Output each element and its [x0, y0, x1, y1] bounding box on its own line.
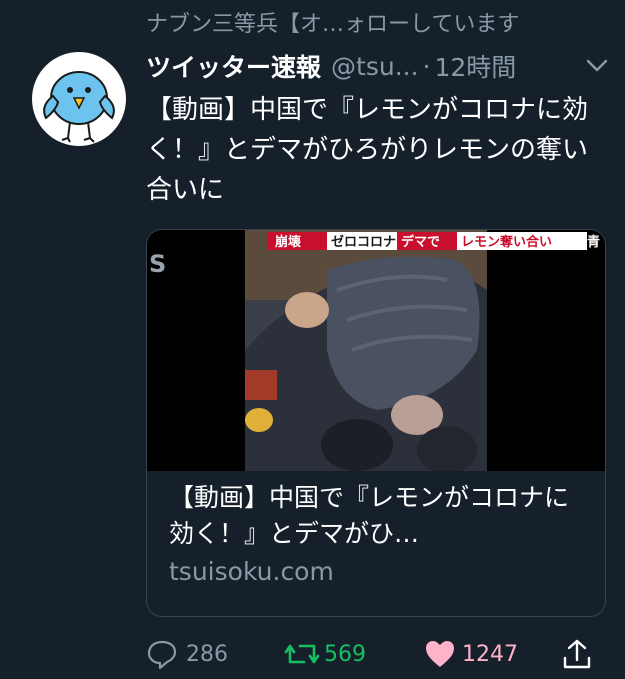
svg-text:S: S	[149, 250, 166, 278]
retweet-icon	[284, 638, 320, 670]
share-icon	[562, 638, 592, 670]
like-count: 1247	[462, 641, 518, 667]
reply-count: 286	[186, 641, 228, 667]
share-button[interactable]	[562, 636, 592, 672]
like-button[interactable]: 1247	[424, 636, 518, 672]
retweet-button[interactable]: 569	[284, 636, 366, 672]
user-handle[interactable]: @tsu...	[331, 52, 419, 81]
tweet-header: ツイッター速報 @tsu... · 12時間	[146, 46, 611, 86]
video-thumbnail: S 崩壊 ゼロコロナ デマで レモン奪い合い 青	[147, 230, 605, 471]
reply-button[interactable]: 286	[146, 636, 228, 672]
separator: ·	[422, 51, 431, 81]
chevron-down-icon[interactable]	[583, 52, 611, 80]
caption-tag-5: 青	[587, 234, 600, 250]
avatar[interactable]	[32, 52, 126, 146]
card-media[interactable]: S 崩壊 ゼロコロナ デマで レモン奪い合い 青	[147, 230, 605, 471]
card-domain: tsuisoku.com	[169, 557, 334, 586]
bird-avatar-icon	[43, 71, 115, 143]
tweet-text: 【動画】中国で『レモンがコロナに効く！』とデマがひろがりレモンの奪い合いに	[146, 95, 589, 205]
timestamp[interactable]: 12時間	[434, 48, 516, 84]
social-context[interactable]: ナブン三等兵【オ…ォローしています	[146, 6, 605, 38]
caption-tag-3: デマで	[401, 234, 440, 250]
display-name[interactable]: ツイッター速報	[146, 48, 321, 84]
card-body[interactable]: 【動画】中国で『レモンがコロナに効く！』とデマがひ… tsuisoku.com	[169, 480, 587, 590]
retweet-count: 569	[324, 641, 366, 667]
card-title: 【動画】中国で『レモンがコロナに効く！』とデマがひ…	[169, 483, 570, 548]
caption-tag-2: ゼロコロナ	[331, 234, 396, 250]
caption-tag-4: レモン奪い合い	[461, 234, 552, 250]
link-card[interactable]: S 崩壊 ゼロコロナ デマで レモン奪い合い 青 【動画】中国で『レモンがコロナ…	[146, 229, 606, 617]
caption-tag-1: 崩壊	[275, 234, 302, 250]
tweet-actions: 286 569 1247	[146, 636, 606, 672]
reply-icon	[146, 638, 178, 670]
heart-icon	[424, 639, 456, 669]
